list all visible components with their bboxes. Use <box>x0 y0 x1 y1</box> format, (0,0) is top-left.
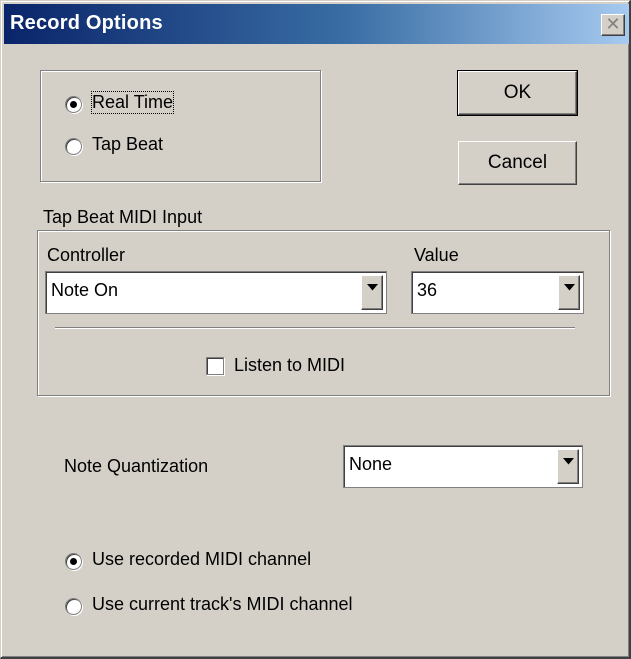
group-separator <box>55 327 575 329</box>
real-time-radio[interactable] <box>65 96 82 113</box>
value-value: 36 <box>417 280 438 300</box>
title-bar[interactable]: Record Options ✕ <box>4 4 629 44</box>
listen-to-midi-label[interactable]: Listen to MIDI <box>234 355 345 376</box>
controller-select[interactable]: Note On <box>45 271 387 314</box>
record-mode-group <box>40 70 321 182</box>
note-quantization-value: None <box>349 454 393 474</box>
use-recorded-channel-label[interactable]: Use recorded MIDI channel <box>92 549 311 570</box>
chevron-down-icon <box>367 284 378 291</box>
ok-button[interactable]: OK <box>457 70 578 116</box>
note-quantization-dropdown-button[interactable] <box>557 449 579 484</box>
real-time-label[interactable]: Real Time <box>90 91 175 114</box>
radio-selected-dot <box>70 101 77 108</box>
value-dropdown-button[interactable] <box>558 275 580 310</box>
window-title: Record Options <box>10 12 163 34</box>
close-icon: ✕ <box>605 14 621 34</box>
controller-dropdown-button[interactable] <box>361 275 383 310</box>
record-options-dialog: Record Options ✕ Real Time Tap Beat OK C… <box>0 0 631 659</box>
controller-value: Note On <box>51 280 119 300</box>
tap-beat-group-label: Tap Beat MIDI Input <box>43 207 203 227</box>
chevron-down-icon <box>564 284 575 291</box>
tap-beat-label[interactable]: Tap Beat <box>92 134 163 155</box>
controller-label: Controller <box>47 245 126 265</box>
use-current-track-channel-label[interactable]: Use current track's MIDI channel <box>92 594 353 615</box>
use-recorded-channel-radio[interactable] <box>65 553 82 570</box>
cancel-button[interactable]: Cancel <box>458 141 577 185</box>
note-quantization-select[interactable]: None <box>343 445 583 488</box>
use-current-track-channel-radio[interactable] <box>65 598 82 615</box>
value-label: Value <box>414 245 459 265</box>
chevron-down-icon <box>563 458 574 465</box>
tap-beat-radio[interactable] <box>65 138 82 155</box>
note-quantization-label: Note Quantization <box>64 456 209 476</box>
listen-to-midi-checkbox[interactable] <box>206 357 224 375</box>
radio-selected-dot <box>70 558 77 565</box>
value-select[interactable]: 36 <box>411 271 584 314</box>
close-button[interactable]: ✕ <box>601 14 625 36</box>
